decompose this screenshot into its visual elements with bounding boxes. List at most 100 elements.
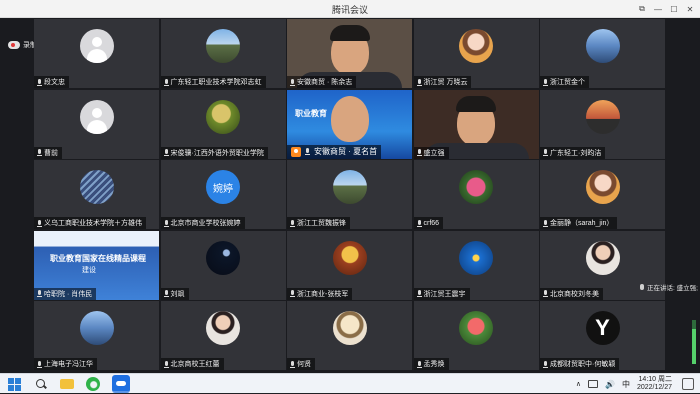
microphone-icon [37, 360, 42, 368]
participant-name: 上海电子冯江华 [44, 361, 93, 368]
participant-name-bar: 浙江贸王震宇 [413, 287, 470, 300]
avatar: 婉婷 [206, 170, 240, 204]
active-speaker-bar: 安徽商贸 · 夏名首 [287, 144, 382, 159]
clock-time: 14:10 周二 [638, 376, 672, 383]
avatar [459, 240, 493, 275]
participant-name: 义乌工商职业技术学院＋方雄伟 [44, 220, 142, 227]
microphone-icon [37, 219, 42, 227]
avatar [585, 311, 620, 345]
participant-tile[interactable]: 安徽商贸 · 陈余志 [287, 19, 412, 88]
avatar [585, 240, 620, 275]
participant-tile[interactable]: 北京商校王红蕾 [160, 301, 286, 370]
microphone-icon [543, 219, 548, 227]
participant-name-bar: 盛立强 [413, 146, 449, 159]
chevron-up-icon[interactable]: ∧ [576, 380, 581, 388]
participant-tile[interactable]: 浙江贸王震宇 [413, 230, 539, 300]
notification-icon[interactable] [682, 378, 694, 390]
participant-tile[interactable]: 金丽静（sarah_jin） [540, 160, 665, 229]
microphone-icon [290, 219, 295, 227]
participant-name: 刘飒 [170, 290, 185, 298]
participant-tile[interactable]: 职业教育 安徽商贸 · 夏名首 [287, 89, 412, 159]
microphone-icon [163, 360, 169, 368]
microphone-icon [416, 219, 422, 227]
avatar [79, 29, 114, 63]
microphone-icon [163, 78, 169, 86]
participant-name: 广东轻工职业技术学院邓志虹 [170, 79, 262, 86]
participant-tile[interactable]: 段文忠 [34, 19, 159, 88]
participant-name: 成都财贸职中·何敏颖 [550, 361, 616, 368]
microphone-icon [37, 149, 42, 156]
participant-name-bar: 北京商校刘冬美 [540, 287, 603, 300]
close-icon[interactable]: ✕ [682, 0, 698, 18]
speaking-indicator: 正在讲话: 盛立强; [640, 282, 698, 292]
avatar [459, 311, 493, 345]
participant-tile[interactable]: 曹前 [34, 89, 159, 159]
browser-icon[interactable] [86, 377, 100, 391]
microphone-icon [640, 284, 644, 290]
pin-icon[interactable]: ⧉ [634, 0, 650, 18]
microphone-icon [37, 78, 42, 86]
participant-tile[interactable]: 婉婷北京市商业学校张婉婷 [160, 160, 286, 229]
participant-name-bar: 金丽静（sarah_jin） [540, 217, 618, 229]
participant-name-bar: 何贤 [287, 358, 315, 370]
participant-name: 浙江贸金个 [550, 79, 585, 86]
avatar [79, 311, 114, 345]
participant-tile[interactable]: 盛立强 [413, 89, 539, 159]
participant-name: 浙江商业-张枝军 [297, 290, 349, 298]
participant-tile[interactable]: 何贤 [287, 301, 412, 370]
participant-tile[interactable]: 成都财贸职中·何敏颖 [540, 301, 665, 370]
participant-name-bar: 宋俊骥·江西外语外贸职业学院 [160, 146, 268, 159]
microphone-icon [163, 219, 169, 227]
participant-name: 何贤 [297, 361, 311, 368]
avatar [332, 170, 367, 204]
participant-tile[interactable]: 浙江工贸魏振锋 [287, 160, 412, 229]
clock[interactable]: 14:10 周二 2022/12/27 [637, 376, 672, 392]
record-icon [8, 41, 20, 49]
participant-tile[interactable]: 孟秀焕 [413, 301, 539, 370]
participant-tile[interactable]: 宋俊骥·江西外语外贸职业学院 [160, 89, 286, 159]
participant-tile[interactable]: 上海电子冯江华 [34, 301, 159, 370]
participant-name-bar: 刘飒 [160, 287, 189, 300]
participant-name: 安徽商贸 · 夏名首 [314, 147, 378, 156]
participant-tile[interactable]: 职业教育国家在线精品课程 建设 哈职院 · 肖伟民 [34, 230, 159, 300]
participant-name-bar: 义乌工商职业技术学院＋方雄伟 [34, 217, 146, 229]
speaker-icon[interactable]: 🔊 [605, 380, 615, 389]
participant-name: 盛立强 [423, 149, 445, 157]
participant-tile[interactable]: crf66 [413, 160, 539, 229]
participant-tile[interactable]: 刘飒 [160, 230, 286, 300]
microphone-icon [416, 78, 422, 86]
participant-name: 浙江贸王震宇 [423, 290, 466, 298]
participant-tile[interactable]: 浙江商业-张枝军 [287, 230, 412, 300]
participant-tile[interactable]: 广东轻工职业技术学院邓志虹 [160, 19, 286, 88]
participant-name: 金丽静（sarah_jin） [550, 220, 614, 227]
ime-indicator[interactable]: 中 [622, 379, 630, 390]
volume-meter [692, 320, 696, 364]
microphone-icon [290, 290, 295, 297]
taskbar: ∧ 🔊 中 14:10 周二 2022/12/27 [0, 373, 700, 393]
search-icon[interactable] [34, 377, 48, 391]
participant-name-bar: 浙江商业-张枝军 [287, 287, 353, 300]
slide-subtitle: 建设 [82, 266, 96, 274]
video-feed-hair [329, 25, 370, 41]
participant-tile[interactable]: 浙江贸金个 [540, 19, 665, 88]
microphone-icon [163, 290, 169, 297]
network-icon[interactable] [587, 380, 598, 388]
volume-meter-fill [692, 328, 696, 364]
participant-tile[interactable]: 义乌工商职业技术学院＋方雄伟 [34, 160, 159, 229]
microphone-icon [543, 290, 548, 297]
maximize-icon[interactable]: ☐ [666, 0, 682, 18]
avatar [79, 99, 114, 134]
participant-name: 浙江工贸魏振锋 [297, 220, 346, 227]
participant-name: 北京市商业学校张婉婷 [170, 220, 241, 227]
file-explorer-icon[interactable] [60, 379, 74, 389]
tencent-meeting-icon[interactable] [112, 375, 130, 393]
participant-tile[interactable]: 广东轻工·刘昀洁 [540, 89, 665, 159]
participant-name-bar: 安徽商贸 · 陈余志 [287, 76, 357, 88]
participant-name-bar: 段文忠 [34, 76, 69, 88]
minimize-icon[interactable]: — [650, 0, 666, 18]
participant-name: 段文忠 [44, 79, 65, 86]
participant-tile[interactable]: 浙江贸 万晓云 [413, 19, 539, 88]
participant-name: 安徽商贸 · 陈余志 [297, 79, 353, 86]
windows-start-icon[interactable] [8, 378, 21, 391]
participant-name-bar: 广东轻工职业技术学院邓志虹 [160, 76, 266, 88]
